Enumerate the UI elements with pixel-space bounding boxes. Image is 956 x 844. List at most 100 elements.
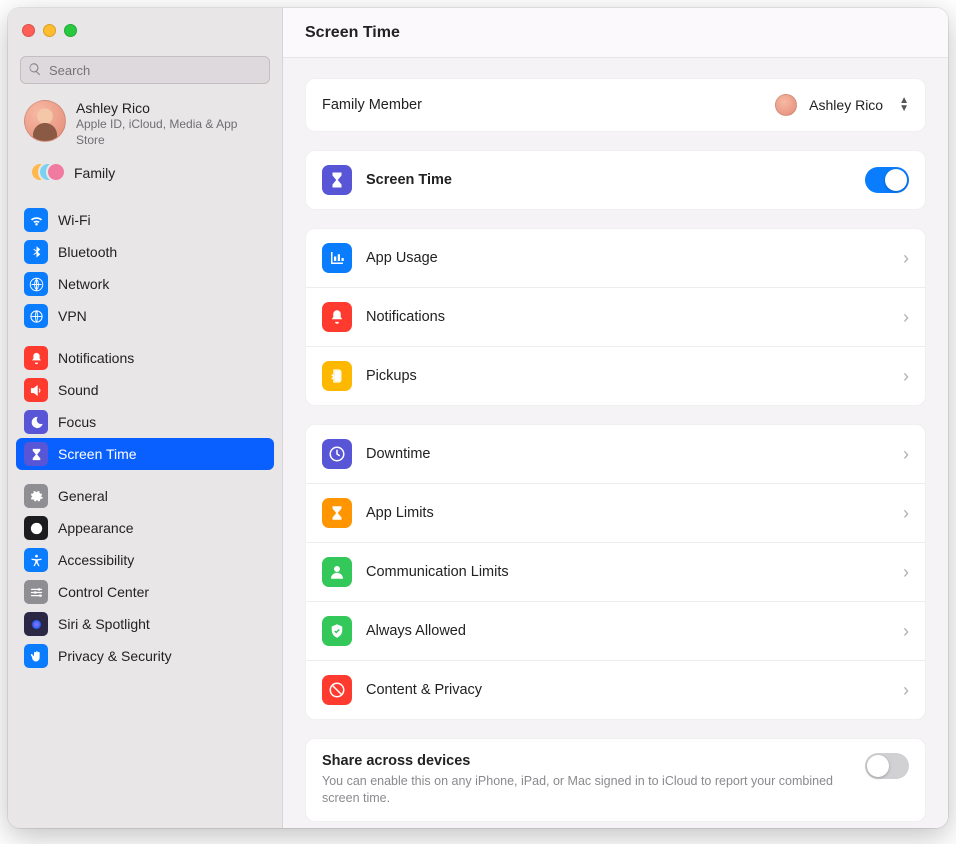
share-devices-toggle[interactable] <box>865 753 909 779</box>
nav-row-always-allowed[interactable]: Always Allowed › <box>306 601 925 660</box>
sidebar-item-control-center[interactable]: Control Center <box>16 576 274 608</box>
wifi-icon <box>24 208 48 232</box>
check-shield-icon <box>322 616 352 646</box>
nav-row-content-privacy[interactable]: Content & Privacy› <box>306 660 925 719</box>
gear-icon <box>24 484 48 508</box>
sidebar-item-label: Wi-Fi <box>58 212 266 228</box>
sidebar-item-network[interactable]: Network <box>16 268 274 300</box>
window-close-button[interactable] <box>22 24 35 37</box>
sidebar-item-label: Sound <box>58 382 266 398</box>
sidebar-item-screen-time[interactable]: Screen Time <box>16 438 274 470</box>
moon-icon <box>24 410 48 434</box>
sidebar-item-siri-spotlight[interactable]: Siri & Spotlight <box>16 608 274 640</box>
nav-row-communication-limits[interactable]: Communication Limits › <box>306 542 925 601</box>
sidebar-item-label: Appearance <box>58 520 266 536</box>
sidebar-item-bluetooth[interactable]: Bluetooth <box>16 236 274 268</box>
person-icon <box>322 557 352 587</box>
nav-row-app-usage[interactable]: App Usage › <box>306 229 925 287</box>
sidebar-item-focus[interactable]: Focus <box>16 406 274 438</box>
globe-icon <box>24 272 48 296</box>
main-pane: Screen Time Family Member Ashley Rico ▲▼ <box>283 8 948 828</box>
chevron-right-icon: › <box>903 444 909 465</box>
sidebar-item-label: Accessibility <box>58 552 266 568</box>
nav-row-downtime[interactable]: Downtime › <box>306 425 925 483</box>
chevron-right-icon: › <box>903 621 909 642</box>
nav-row-app-limits[interactable]: App Limits › <box>306 483 925 542</box>
limits-card: Downtime›App Limits›Communication Limits… <box>305 424 926 720</box>
speaker-icon <box>24 378 48 402</box>
nav-row-label: Communication Limits <box>366 564 891 580</box>
hourglass-icon <box>322 165 352 195</box>
usage-card: App Usage›Notifications›Pickups› <box>305 228 926 406</box>
sidebar-item-general[interactable]: General <box>16 480 274 512</box>
nav-row-pickups[interactable]: Pickups› <box>306 346 925 405</box>
screen-time-toggle[interactable] <box>865 167 909 193</box>
screen-time-toggle-card: Screen Time <box>305 150 926 210</box>
sliders-icon <box>24 580 48 604</box>
chevron-right-icon: › <box>903 307 909 328</box>
hourglass-icon <box>322 498 352 528</box>
sidebar-item-label: Siri & Spotlight <box>58 616 266 632</box>
family-member-label: Family Member <box>322 97 763 113</box>
chart-icon <box>322 243 352 273</box>
sidebar-item-accessibility[interactable]: Accessibility <box>16 544 274 576</box>
nav-row-label: App Limits <box>366 505 891 521</box>
share-devices-card: Share across devices You can enable this… <box>305 738 926 822</box>
sidebar: Ashley Rico Apple ID, iCloud, Media & Ap… <box>8 8 283 828</box>
hand-icon <box>24 644 48 668</box>
sidebar-item-vpn[interactable]: VPN <box>16 300 274 332</box>
family-row[interactable]: Family <box>16 156 274 194</box>
window-zoom-button[interactable] <box>64 24 77 37</box>
family-icon <box>30 162 64 184</box>
nope-icon <box>322 675 352 705</box>
page-title: Screen Time <box>305 24 400 42</box>
sidebar-item-appearance[interactable]: Appearance <box>16 512 274 544</box>
nav-row-label: App Usage <box>366 250 891 266</box>
account-row[interactable]: Ashley Rico Apple ID, iCloud, Media & Ap… <box>16 94 274 156</box>
search-icon <box>28 62 42 76</box>
family-member-value: Ashley Rico <box>809 97 883 113</box>
nav-row-label: Downtime <box>366 446 891 462</box>
screen-time-toggle-row: Screen Time <box>306 151 925 209</box>
chevron-right-icon: › <box>903 248 909 269</box>
family-member-row[interactable]: Family Member Ashley Rico ▲▼ <box>306 79 925 131</box>
sidebar-item-label: Focus <box>58 414 266 430</box>
share-devices-sub: You can enable this on any iPhone, iPad,… <box>322 773 851 807</box>
sidebar-item-label: Control Center <box>58 584 266 600</box>
screen-time-toggle-label: Screen Time <box>366 172 853 188</box>
hourglass-icon <box>24 442 48 466</box>
window-controls <box>8 8 282 52</box>
updown-icon: ▲▼ <box>899 97 909 113</box>
window-minimize-button[interactable] <box>43 24 56 37</box>
nav-row-label: Content & Privacy <box>366 682 891 698</box>
bluetooth-icon <box>24 240 48 264</box>
bell-icon <box>322 302 352 332</box>
sidebar-item-label: VPN <box>58 308 266 324</box>
nav-row-notifications[interactable]: Notifications › <box>306 287 925 346</box>
sidebar-item-label: Screen Time <box>58 446 266 462</box>
nav-row-label: Notifications <box>366 309 891 325</box>
avatar <box>24 100 66 142</box>
sidebar-item-label: Notifications <box>58 350 266 366</box>
accessibility-icon <box>24 548 48 572</box>
siri-icon <box>24 612 48 636</box>
sidebar-item-wi-fi[interactable]: Wi-Fi <box>16 204 274 236</box>
family-member-avatar <box>775 94 797 116</box>
chevron-right-icon: › <box>903 503 909 524</box>
sidebar-item-label: General <box>58 488 266 504</box>
clock-icon <box>322 439 352 469</box>
sidebar-item-notifications[interactable]: Notifications <box>16 342 274 374</box>
sidebar-item-privacy-security[interactable]: Privacy & Security <box>16 640 274 672</box>
main-header: Screen Time <box>283 8 948 58</box>
bell-icon <box>24 346 48 370</box>
account-sub: Apple ID, iCloud, Media & App Store <box>76 116 266 148</box>
chevron-right-icon: › <box>903 562 909 583</box>
share-devices-title: Share across devices <box>322 753 851 769</box>
globe-shield-icon <box>24 304 48 328</box>
nav-row-label: Always Allowed <box>366 623 891 639</box>
chevron-right-icon: › <box>903 366 909 387</box>
sidebar-item-label: Bluetooth <box>58 244 266 260</box>
family-label: Family <box>74 165 115 181</box>
sidebar-item-sound[interactable]: Sound <box>16 374 274 406</box>
search-input[interactable] <box>20 56 270 84</box>
